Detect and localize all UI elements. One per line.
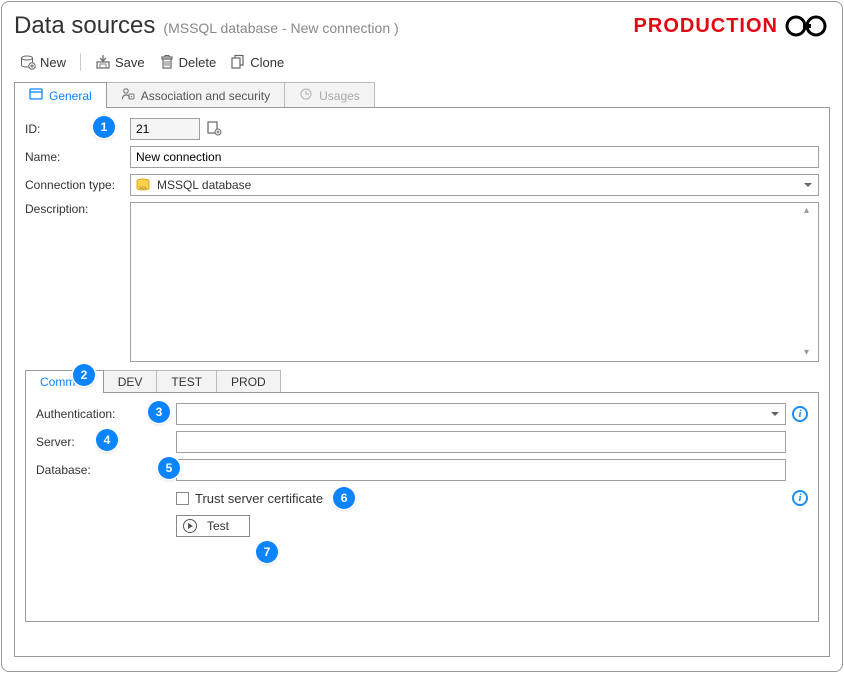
delete-icon [159, 54, 175, 70]
new-button-label: New [40, 55, 66, 70]
annotation-marker-4: 4 [96, 429, 118, 451]
save-button[interactable]: Save [89, 52, 151, 72]
svg-text:SQL: SQL [139, 185, 148, 190]
connection-type-label: Connection type: [25, 178, 130, 192]
annotation-marker-1: 1 [93, 116, 115, 138]
clone-button-label: Clone [250, 55, 284, 70]
environment-label: PRODUCTION [634, 15, 778, 38]
name-label: Name: [25, 150, 130, 164]
usages-icon [299, 87, 313, 104]
description-label: Description: [25, 202, 130, 216]
environment-badge: PRODUCTION [634, 14, 830, 38]
server-field[interactable] [176, 431, 786, 453]
sub-tab-prod[interactable]: PROD [216, 370, 281, 393]
delete-button-label: Delete [179, 55, 217, 70]
tab-general-label: General [49, 89, 92, 103]
database-icon: SQL [135, 178, 151, 192]
logo-icon [784, 14, 830, 38]
trust-certificate-checkbox[interactable] [176, 492, 189, 505]
sub-tab-dev[interactable]: DEV [103, 370, 158, 393]
database-field[interactable] [176, 459, 786, 481]
trust-certificate-label: Trust server certificate [195, 491, 323, 506]
authentication-select[interactable] [176, 403, 786, 425]
tab-association[interactable]: Association and security [106, 82, 285, 108]
page-subtitle: (MSSQL database - New connection ) [163, 20, 398, 36]
toolbar-separator [80, 53, 81, 71]
association-icon [121, 87, 135, 104]
scroll-up-icon[interactable]: ▴ [804, 205, 816, 217]
tab-general[interactable]: General [14, 82, 107, 108]
chevron-down-icon [771, 412, 779, 416]
annotation-marker-7: 7 [256, 541, 278, 563]
test-button-label: Test [207, 519, 229, 533]
annotation-marker-2: 2 [73, 364, 95, 386]
info-icon[interactable]: i [792, 490, 808, 506]
save-button-label: Save [115, 55, 145, 70]
id-action-icon[interactable] [206, 120, 222, 139]
test-button[interactable]: Test [176, 515, 250, 537]
save-icon [95, 54, 111, 70]
id-field[interactable] [130, 118, 200, 140]
annotation-marker-6: 6 [333, 487, 355, 509]
tab-association-label: Association and security [141, 89, 270, 103]
new-icon [20, 54, 36, 70]
clone-icon [230, 54, 246, 70]
annotation-marker-3: 3 [148, 401, 170, 423]
info-icon[interactable]: i [792, 406, 808, 422]
general-icon [29, 87, 43, 104]
sub-tab-test[interactable]: TEST [156, 370, 217, 393]
database-label: Database: [36, 463, 176, 477]
page-title: Data sources [14, 12, 155, 40]
new-button[interactable]: New [14, 52, 72, 72]
delete-button[interactable]: Delete [153, 52, 223, 72]
chevron-down-icon [804, 183, 812, 187]
tab-usages: Usages [284, 82, 375, 108]
name-field[interactable] [130, 146, 819, 168]
tab-usages-label: Usages [319, 89, 360, 103]
play-icon [183, 519, 197, 533]
clone-button[interactable]: Clone [224, 52, 290, 72]
description-field[interactable] [130, 202, 819, 362]
connection-type-select[interactable]: SQL MSSQL database [130, 174, 819, 196]
connection-type-value: MSSQL database [157, 178, 251, 192]
annotation-marker-5: 5 [158, 457, 180, 479]
scroll-down-icon[interactable]: ▾ [804, 347, 816, 359]
